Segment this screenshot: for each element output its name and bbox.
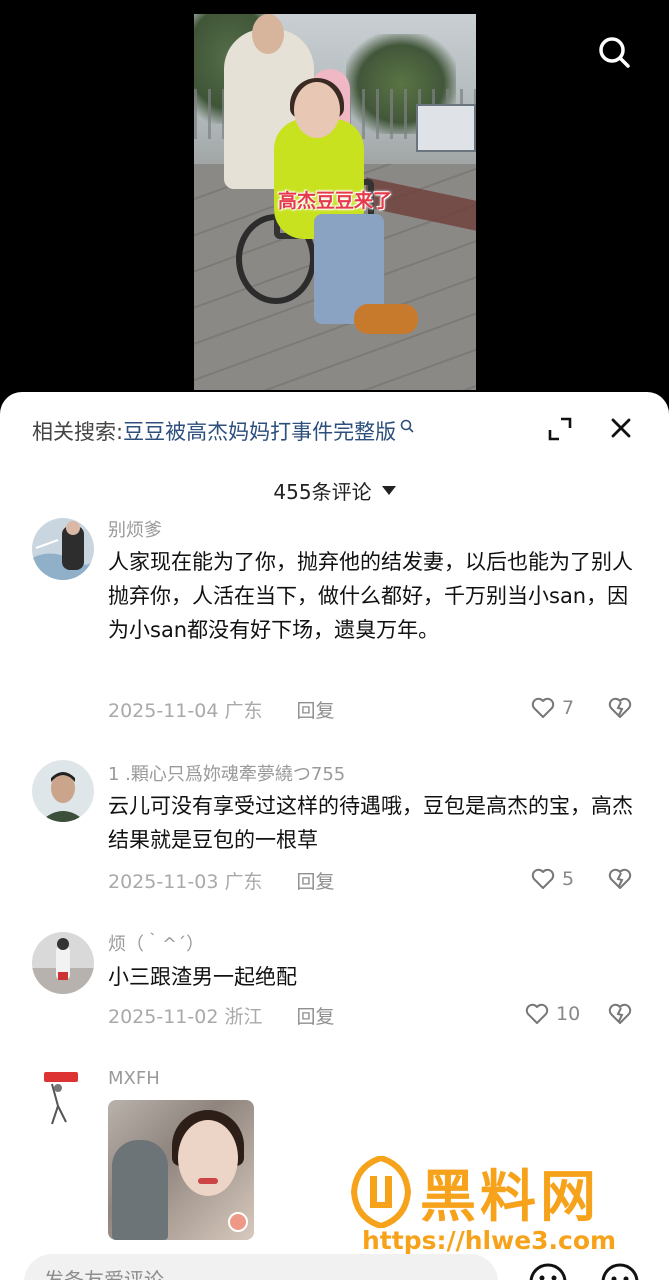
comment-username[interactable]: MXFH xyxy=(108,1068,160,1089)
like-count: 5 xyxy=(562,868,575,890)
comment-text: 云儿可没有享受过这样的待遇哦，豆包是高杰的宝，高杰结果就是豆包的一根草 xyxy=(108,794,633,852)
comment-meta: 2025-11-04 广东 回复 xyxy=(108,696,335,723)
search-icon xyxy=(400,414,414,433)
thumb-scene-lips xyxy=(198,1178,218,1184)
close-icon[interactable] xyxy=(607,414,635,442)
video-caption: 高杰豆豆来了 xyxy=(277,190,392,212)
emoji-icon[interactable] xyxy=(528,1262,568,1280)
comment-count-sort[interactable]: 455条评论 xyxy=(0,476,669,505)
video-player[interactable]: 高杰豆豆来了 xyxy=(194,14,476,390)
like-button[interactable]: 10 xyxy=(524,1000,594,1028)
heart-icon xyxy=(531,697,555,718)
comment-meta: 2025-11-02 浙江 回复 xyxy=(108,1002,335,1029)
reply-button[interactable]: 回复 xyxy=(297,1006,335,1028)
reply-button[interactable]: 回复 xyxy=(297,700,335,722)
dislike-icon[interactable] xyxy=(606,694,634,722)
watermark: 黑料网 https://hlwe3.com xyxy=(350,1150,650,1260)
comment-meta: 2025-11-03 广东 回复 xyxy=(108,867,335,894)
thumb-scene-face xyxy=(178,1120,238,1196)
comment-image[interactable] xyxy=(108,1100,254,1240)
comment-text: 人家现在能为了你，抛弃他的结发妻，以后也能为了别人抛弃你，人活在当下，做什么都好… xyxy=(108,550,633,642)
video-area[interactable]: 高杰豆豆来了 xyxy=(0,0,669,420)
comment-username[interactable]: 别烦爹 xyxy=(108,516,162,542)
thumb-badge-icon xyxy=(228,1212,248,1232)
heart-icon xyxy=(531,868,555,889)
video-scene-man-head xyxy=(252,14,284,54)
watermark-logo-icon xyxy=(350,1154,412,1230)
comment-location: 浙江 xyxy=(224,1006,263,1028)
search-icon[interactable] xyxy=(596,34,632,70)
like-count: 7 xyxy=(562,697,575,719)
like-button[interactable]: 7 xyxy=(530,694,600,722)
related-search-label: 相关搜索: xyxy=(32,420,124,444)
avatar[interactable] xyxy=(32,518,94,580)
comment-date: 2025-11-03 xyxy=(108,871,219,893)
expand-icon[interactable] xyxy=(547,416,573,442)
heart-icon xyxy=(525,1003,549,1024)
comment-date: 2025-11-02 xyxy=(108,1006,219,1028)
comment-username[interactable]: 烦（｀^´） xyxy=(108,930,204,956)
comment-location: 广东 xyxy=(224,700,263,722)
watermark-title: 黑料网 xyxy=(420,1165,600,1230)
watermark-url: https://hlwe3.com xyxy=(362,1226,617,1255)
thumb-scene-person xyxy=(112,1140,168,1240)
comment-username[interactable]: 1 .顆心只爲妳魂牽夢繞つ755 xyxy=(108,760,345,786)
comment-text: 小三跟渣男一起绝配 xyxy=(108,965,297,989)
related-search[interactable]: 相关搜索:豆豆被高杰妈妈打事件完整版 xyxy=(32,414,414,446)
video-scene-shoes xyxy=(354,304,418,334)
sticker-icon[interactable] xyxy=(600,1262,640,1280)
comment-date: 2025-11-04 xyxy=(108,700,219,722)
comment-count: 455条评论 xyxy=(273,480,372,504)
avatar[interactable] xyxy=(32,1066,94,1128)
avatar[interactable] xyxy=(32,932,94,994)
like-button[interactable]: 5 xyxy=(530,865,600,893)
like-count: 10 xyxy=(556,1003,581,1025)
avatar[interactable] xyxy=(32,760,94,822)
related-search-link[interactable]: 豆豆被高杰妈妈打事件完整版 xyxy=(123,420,396,444)
video-scene-banner xyxy=(416,104,476,152)
dislike-icon[interactable] xyxy=(606,1000,634,1028)
comment-location: 广东 xyxy=(224,871,263,893)
dislike-icon[interactable] xyxy=(606,865,634,893)
reply-button[interactable]: 回复 xyxy=(297,871,335,893)
chevron-down-icon xyxy=(381,486,396,495)
video-scene-woman-head xyxy=(294,82,340,138)
comment-input[interactable] xyxy=(44,1268,464,1280)
comment-input-bar[interactable] xyxy=(24,1254,498,1280)
